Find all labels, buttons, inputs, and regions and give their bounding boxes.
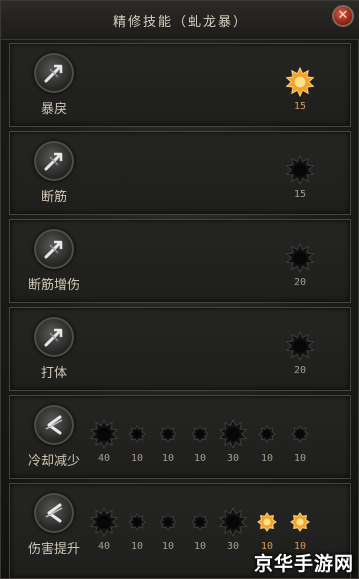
arrow-icon[interactable]: [34, 141, 74, 181]
node-level: 30: [226, 453, 240, 464]
arrow-icon[interactable]: [34, 53, 74, 93]
skill-panel: 精修技能（虬龙暴） ✕ 暴戾 15 断筋 15 断筋增伤 20 打体 20 冷却…: [0, 0, 359, 579]
skill-row: 冷却减少 40 10 10 10 30 10 10: [9, 395, 351, 479]
skill-node-active-icon[interactable]: [290, 512, 310, 536]
skill-node-locked-icon[interactable]: [285, 330, 315, 365]
cooldown-icon[interactable]: [34, 405, 74, 445]
skill-name: 打体: [40, 366, 67, 381]
arrow-icon[interactable]: [34, 229, 74, 269]
skill-node-active-icon[interactable]: [285, 66, 315, 101]
skill-node-locked-icon[interactable]: [128, 425, 146, 447]
skill-row: 断筋 15: [9, 131, 351, 215]
skill-node-locked-icon[interactable]: [285, 242, 315, 277]
skill-name: 暴戾: [40, 102, 67, 117]
skill-node-locked-icon[interactable]: [218, 418, 248, 453]
skill-node-locked-icon[interactable]: [258, 425, 276, 447]
node-level: 15: [293, 189, 307, 200]
skill-name: 断筋: [40, 190, 67, 205]
node-level: 10: [193, 541, 207, 552]
node-level: 20: [293, 365, 307, 376]
node-level: 40: [97, 453, 111, 464]
node-level: 10: [161, 453, 175, 464]
skill-name: 冷却减少: [27, 454, 80, 469]
skill-node-locked-icon[interactable]: [128, 513, 146, 535]
node-level: 20: [293, 277, 307, 288]
skill-name: 伤害提升: [27, 542, 80, 557]
node-level: 15: [293, 101, 307, 112]
node-level: 10: [130, 541, 144, 552]
node-level: 30: [226, 541, 240, 552]
title-bar: 精修技能（虬龙暴） ✕: [1, 1, 359, 40]
skill-row: 打体 20: [9, 307, 351, 391]
skill-node-locked-icon[interactable]: [159, 425, 177, 447]
node-level: 40: [97, 541, 111, 552]
skill-node-locked-icon[interactable]: [191, 425, 209, 447]
arrow-icon[interactable]: [34, 317, 74, 357]
skill-node-locked-icon[interactable]: [291, 425, 309, 447]
skill-node-locked-icon[interactable]: [218, 506, 248, 541]
skill-node-locked-icon[interactable]: [159, 513, 177, 535]
cooldown-icon[interactable]: [34, 493, 74, 533]
skill-row: 断筋增伤 20: [9, 219, 351, 303]
skill-node-locked-icon[interactable]: [191, 513, 209, 535]
node-level: 10: [293, 453, 307, 464]
skill-node-locked-icon[interactable]: [285, 154, 315, 189]
node-level: 10: [193, 453, 207, 464]
skill-row: 暴戾 15: [9, 43, 351, 127]
node-level: 10: [130, 453, 144, 464]
watermark: 京华手游网: [253, 553, 354, 575]
skill-node-active-icon[interactable]: [257, 512, 277, 536]
skill-node-locked-icon[interactable]: [89, 418, 119, 453]
close-button[interactable]: ✕: [332, 5, 354, 27]
window-title: 精修技能（虬龙暴）: [112, 15, 248, 30]
skill-name: 断筋增伤: [27, 278, 80, 293]
node-level: 10: [260, 453, 274, 464]
skill-node-locked-icon[interactable]: [89, 506, 119, 541]
node-level: 10: [161, 541, 175, 552]
